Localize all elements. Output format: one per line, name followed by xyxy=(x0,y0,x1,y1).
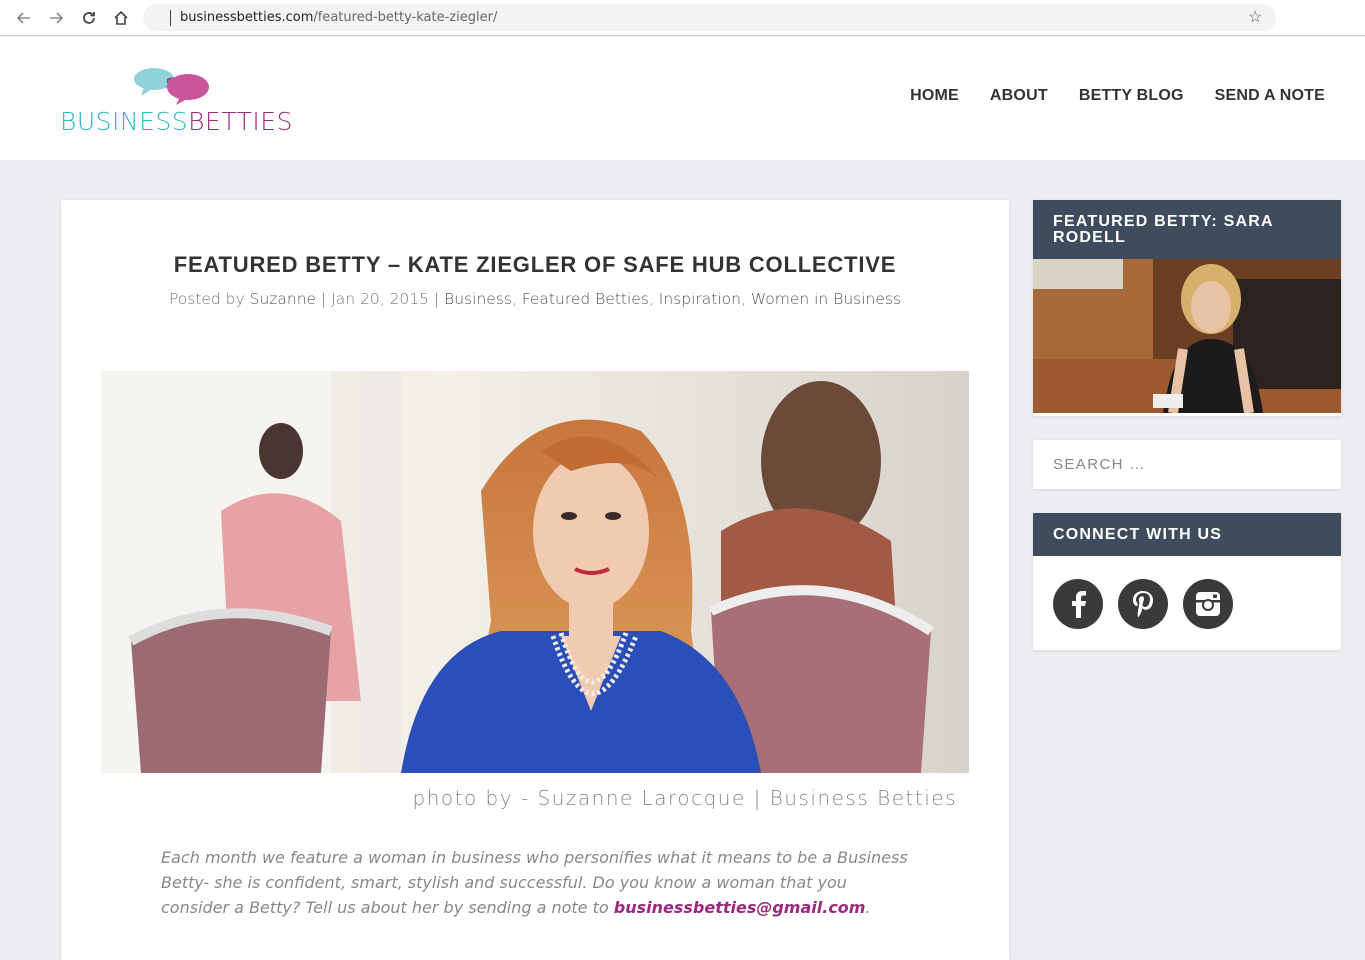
back-icon[interactable] xyxy=(12,6,36,30)
facebook-icon[interactable] xyxy=(1053,579,1103,629)
nav-send-a-note[interactable]: SEND A NOTE xyxy=(1215,87,1325,105)
post-meta: Posted by Suzanne | Jan 20, 2015 | Busin… xyxy=(168,290,902,308)
featured-betty-widget: FEATURED BETTY: SARA RODELL xyxy=(1033,200,1341,416)
main-nav: HOME ABOUT BETTY BLOG SEND A NOTE xyxy=(910,87,1325,105)
article-intro: Each month we feature a woman in busines… xyxy=(161,845,911,920)
connect-title: CONNECT WITH US xyxy=(1033,513,1341,556)
meta-prefix: Posted by xyxy=(168,290,250,308)
forward-icon[interactable] xyxy=(44,6,68,30)
url-text: businessbetties.com/featured-betty-kate-… xyxy=(180,10,497,25)
photo-caption: photo by - Suzanne Larocque | Business B… xyxy=(412,786,957,810)
meta-separator: | xyxy=(316,290,332,308)
email-link[interactable]: businessbetties@gmail.com xyxy=(614,898,866,917)
author-link[interactable]: Suzanne xyxy=(250,290,316,308)
url-path: /featured-betty-kate-ziegler/ xyxy=(313,10,498,25)
social-links xyxy=(1053,579,1233,629)
article-title: FEATURED BETTY – KATE ZIEGLER OF SAFE HU… xyxy=(173,252,897,277)
featured-betty-photo[interactable] xyxy=(1033,259,1341,413)
connect-widget: CONNECT WITH US xyxy=(1033,513,1341,650)
featured-photo xyxy=(101,371,969,773)
featured-betty-title[interactable]: FEATURED BETTY: SARA RODELL xyxy=(1033,200,1341,259)
search-widget xyxy=(1033,440,1341,489)
post-date: Jan 20, 2015 xyxy=(331,290,430,308)
intro-end: . xyxy=(865,898,871,917)
speech-bubbles-icon xyxy=(134,68,209,105)
reload-icon[interactable] xyxy=(77,6,101,30)
pinterest-icon[interactable] xyxy=(1118,579,1168,629)
nav-about[interactable]: ABOUT xyxy=(990,87,1048,105)
article-card: FEATURED BETTY – KATE ZIEGLER OF SAFE HU… xyxy=(61,200,1009,960)
home-icon[interactable] xyxy=(109,6,133,30)
logo-wordmark: BUSINESSBETTIES xyxy=(60,107,293,136)
nav-home[interactable]: HOME xyxy=(910,87,959,105)
category-link-inspiration[interactable]: Inspiration xyxy=(659,290,741,308)
site-header: BUSINESSBETTIES HOME ABOUT BETTY BLOG SE… xyxy=(0,37,1365,160)
text-caret xyxy=(170,10,171,26)
bookmark-star-icon[interactable]: ☆ xyxy=(1248,7,1262,27)
category-link-women-in-business[interactable]: Women in Business xyxy=(751,290,901,308)
address-bar[interactable]: businessbetties.com/featured-betty-kate-… xyxy=(143,4,1276,31)
logo-word-betties: BETTIES xyxy=(188,107,293,136)
category-link-business[interactable]: Business xyxy=(444,290,512,308)
site-logo[interactable]: BUSINESSBETTIES xyxy=(60,67,293,137)
instagram-icon[interactable] xyxy=(1183,579,1233,629)
logo-word-business: BUSINESS xyxy=(60,107,189,136)
browser-toolbar: businessbetties.com/featured-betty-kate-… xyxy=(0,0,1365,36)
nav-betty-blog[interactable]: BETTY BLOG xyxy=(1079,87,1184,105)
meta-separator: | xyxy=(429,290,445,308)
url-domain: businessbetties.com xyxy=(180,10,314,25)
search-input[interactable] xyxy=(1033,440,1341,489)
category-link-featured-betties[interactable]: Featured Betties xyxy=(522,290,649,308)
